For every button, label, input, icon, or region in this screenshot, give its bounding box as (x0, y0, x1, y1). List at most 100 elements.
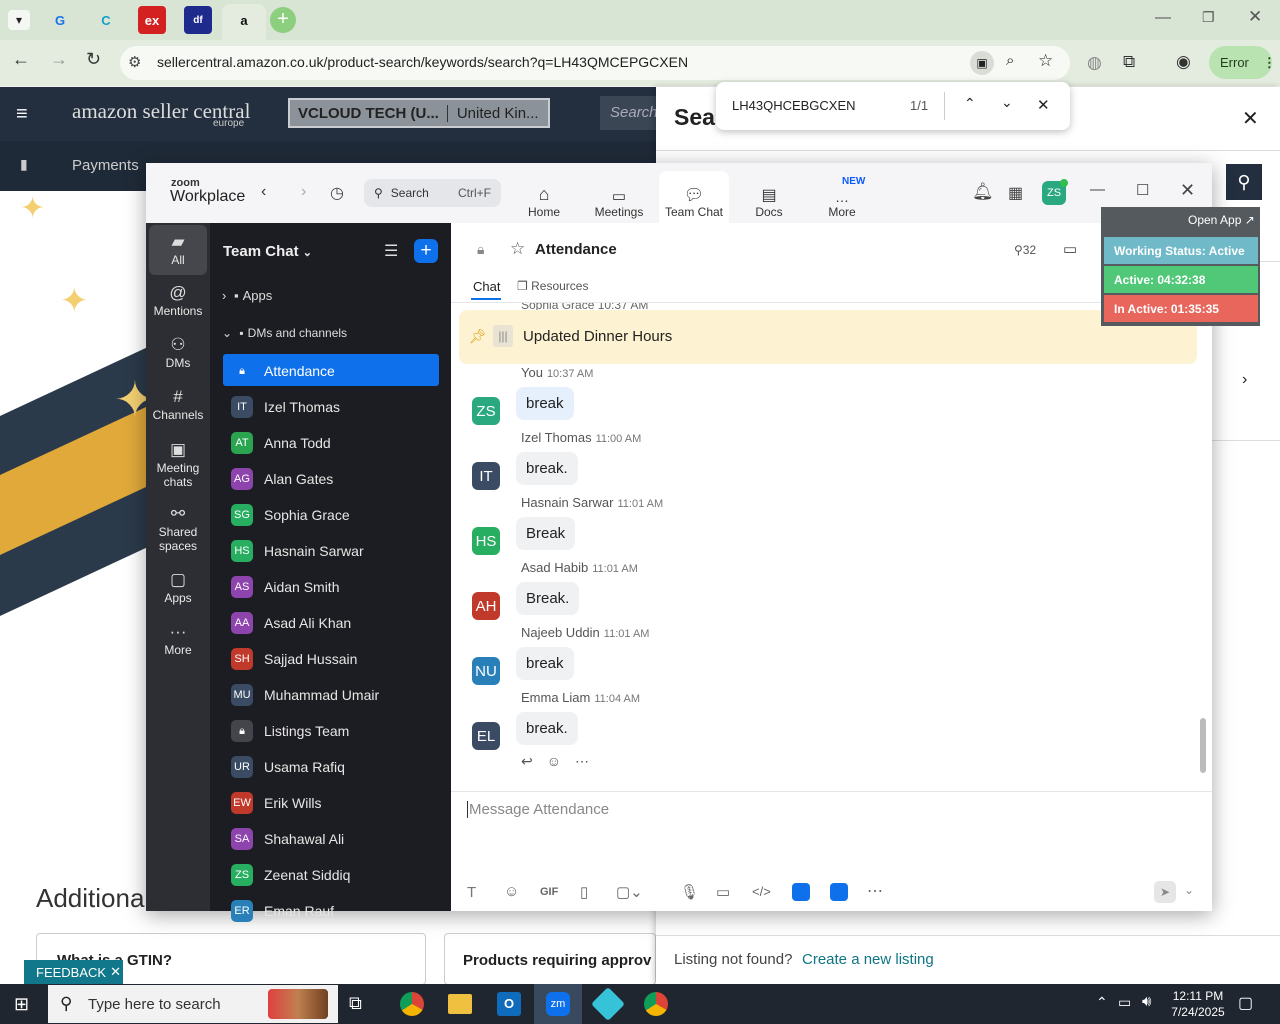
create-listing-link[interactable]: Create a new listing (802, 951, 934, 968)
message-avatar[interactable]: IT (472, 462, 500, 490)
video-call-icon[interactable]: ▭ (1063, 240, 1077, 258)
find-input[interactable]: LH43QHCEBGCXEN (732, 98, 856, 113)
filter-icon[interactable]: ☰ (384, 241, 398, 261)
sidebar-contact[interactable]: AS Aidan Smith (223, 573, 439, 601)
taskbar-search[interactable]: ⚲ Type here to search (48, 985, 338, 1023)
message-author[interactable]: Izel Thomas (521, 430, 592, 445)
emoji-icon[interactable]: ☺ (504, 883, 519, 900)
url-text[interactable]: sellercentral.amazon.co.uk/product-searc… (157, 54, 688, 70)
forward-icon[interactable]: → (50, 49, 68, 70)
gif-icon[interactable]: GIF (540, 886, 558, 898)
calendar-icon[interactable]: ▦ (1008, 183, 1023, 203)
file-icon[interactable]: ▯ (580, 883, 588, 901)
history-icon[interactable]: ◷ (330, 183, 344, 203)
tray-chevron-icon[interactable]: ⌃ (1096, 994, 1108, 1011)
star-icon[interactable]: ☆ (510, 239, 525, 259)
member-count[interactable]: ⚲32 (1014, 243, 1036, 257)
chat-message[interactable]: ZS You 10:37 AM break (471, 365, 1171, 433)
rail-apps[interactable]: ▢ Apps (146, 571, 210, 605)
menu-dots-icon[interactable]: ⋮ (1263, 55, 1276, 71)
message-bubble[interactable]: Break (516, 517, 576, 550)
message-author[interactable]: Najeeb Uddin (521, 625, 600, 640)
search-highlight-image[interactable] (268, 989, 328, 1019)
tab-resources[interactable]: ❐ Resources (517, 279, 588, 293)
more-dots-icon[interactable]: ⋯ (867, 881, 883, 901)
file-explorer-icon[interactable] (448, 994, 472, 1014)
maximize-icon[interactable]: ☐ (1136, 181, 1149, 199)
chevron-right-icon[interactable]: › (1242, 371, 1247, 389)
message-avatar[interactable]: ZS (472, 397, 500, 425)
tab-list-chevron-icon[interactable]: ▾ (8, 10, 30, 30)
rail-mentions[interactable]: @ Mentions (146, 284, 210, 318)
rail-channels[interactable]: # Channels (146, 388, 210, 422)
reply-icon[interactable]: ↩ (521, 753, 547, 769)
message-avatar[interactable]: HS (472, 527, 500, 555)
section-apps[interactable]: › ▪ Apps (222, 288, 272, 303)
nav-meetings[interactable]: ▭ Meetings (589, 177, 649, 219)
translate-icon[interactable]: ◍ (1087, 53, 1102, 73)
message-avatar[interactable]: EL (472, 722, 500, 750)
approval-card[interactable]: Products requiring approv (444, 933, 656, 985)
sidebar-contact[interactable]: IT Izel Thomas (223, 393, 439, 421)
feedback-tab[interactable]: FEEDBACK ✕ (24, 960, 123, 984)
notification-icon[interactable]: ▢ (1238, 993, 1253, 1013)
tab-favicon-2[interactable]: C (92, 6, 120, 34)
minimize-icon[interactable]: — (1155, 9, 1171, 27)
sidebar-contact[interactable]: AG Alan Gates (223, 465, 439, 493)
zoom-icon[interactable]: zm (546, 992, 570, 1016)
nav-team-chat[interactable]: 💬︎ Team Chat (659, 177, 729, 219)
bookmark-star-icon[interactable]: ☆ (1038, 51, 1053, 71)
sidebar-title[interactable]: Team Chat ⌄ (223, 243, 312, 260)
error-button[interactable]: Error ⋮ (1209, 46, 1276, 79)
scrollbar-thumb[interactable] (1200, 718, 1206, 773)
close-icon[interactable]: ✕ (110, 964, 121, 980)
minimize-icon[interactable]: — (1090, 181, 1105, 198)
forward-arrow-icon[interactable]: › (301, 183, 306, 201)
sidebar-contact[interactable]: ER Eman Rauf (223, 897, 439, 925)
channel-attendance[interactable]: 🔒︎ Attendance (223, 357, 439, 385)
message-bubble[interactable]: break (516, 387, 574, 420)
sidebar-contact[interactable]: SA Shahawal Ali (223, 825, 439, 853)
rail-more[interactable]: ··· More (146, 623, 210, 657)
send-icon[interactable]: ➤ (1154, 881, 1176, 903)
account-switcher[interactable]: VCLOUD TECH (U... United Kin... (288, 98, 550, 128)
message-bubble[interactable]: break. (516, 452, 578, 485)
app-icon-2[interactable] (830, 883, 848, 901)
find-close-icon[interactable]: ✕ (1037, 96, 1050, 114)
format-text-icon[interactable]: T (467, 884, 476, 901)
nav-payments[interactable]: Payments (72, 157, 139, 174)
task-view-icon[interactable]: ⧉ (349, 993, 362, 1014)
pinned-banner[interactable]: 📌︎ ||| Updated Dinner Hours (459, 310, 1197, 364)
rail-dms[interactable]: ⚇ DMs (146, 336, 210, 370)
message-bubble[interactable]: break (516, 647, 574, 680)
nav-home[interactable]: ⌂ Home (521, 177, 567, 219)
tab-favicon-4[interactable]: df (184, 6, 212, 34)
reload-icon[interactable]: ↻ (86, 49, 101, 70)
search-button[interactable]: ⚲ (1226, 164, 1262, 200)
sidebar-contact[interactable]: EW Erik Wills (223, 789, 439, 817)
clock[interactable]: 12:11 PM 7/24/2025 (1170, 988, 1226, 1020)
tab-favicon-3[interactable]: ex (138, 6, 166, 34)
new-tab-button[interactable]: + (270, 7, 296, 33)
more-dots-icon[interactable]: ⋯ (575, 753, 603, 769)
zoom-search[interactable]: ⚲ Search Ctrl+F (364, 179, 501, 207)
tab-chat[interactable]: Chat (473, 279, 500, 294)
site-settings-icon[interactable]: ⚙ (128, 53, 141, 71)
app-diamond-icon[interactable] (591, 987, 625, 1021)
restore-icon[interactable]: ❐ (1202, 9, 1215, 26)
find-next-icon[interactable]: ⌄ (1001, 94, 1013, 111)
message-author[interactable]: Emma Liam (521, 690, 590, 705)
message-bubble[interactable]: break. (516, 712, 578, 745)
message-author[interactable]: Asad Habib (521, 560, 588, 575)
chrome-icon[interactable] (400, 992, 424, 1016)
back-icon[interactable]: ← (12, 49, 30, 70)
message-bubble[interactable]: Break. (516, 582, 580, 615)
message-author[interactable]: Hasnain Sarwar (521, 495, 614, 510)
sidebar-contact[interactable]: SG Sophia Grace (223, 501, 439, 529)
hamburger-icon[interactable]: ≡ (16, 103, 28, 126)
open-app-link[interactable]: Open App ↗ (1188, 213, 1255, 227)
chat-title[interactable]: Attendance (535, 241, 617, 258)
network-icon[interactable]: ▭ (1118, 994, 1131, 1011)
close-panel-icon[interactable]: ✕ (1242, 106, 1259, 131)
sidebar-contact[interactable]: UR Usama Rafiq (223, 753, 439, 781)
